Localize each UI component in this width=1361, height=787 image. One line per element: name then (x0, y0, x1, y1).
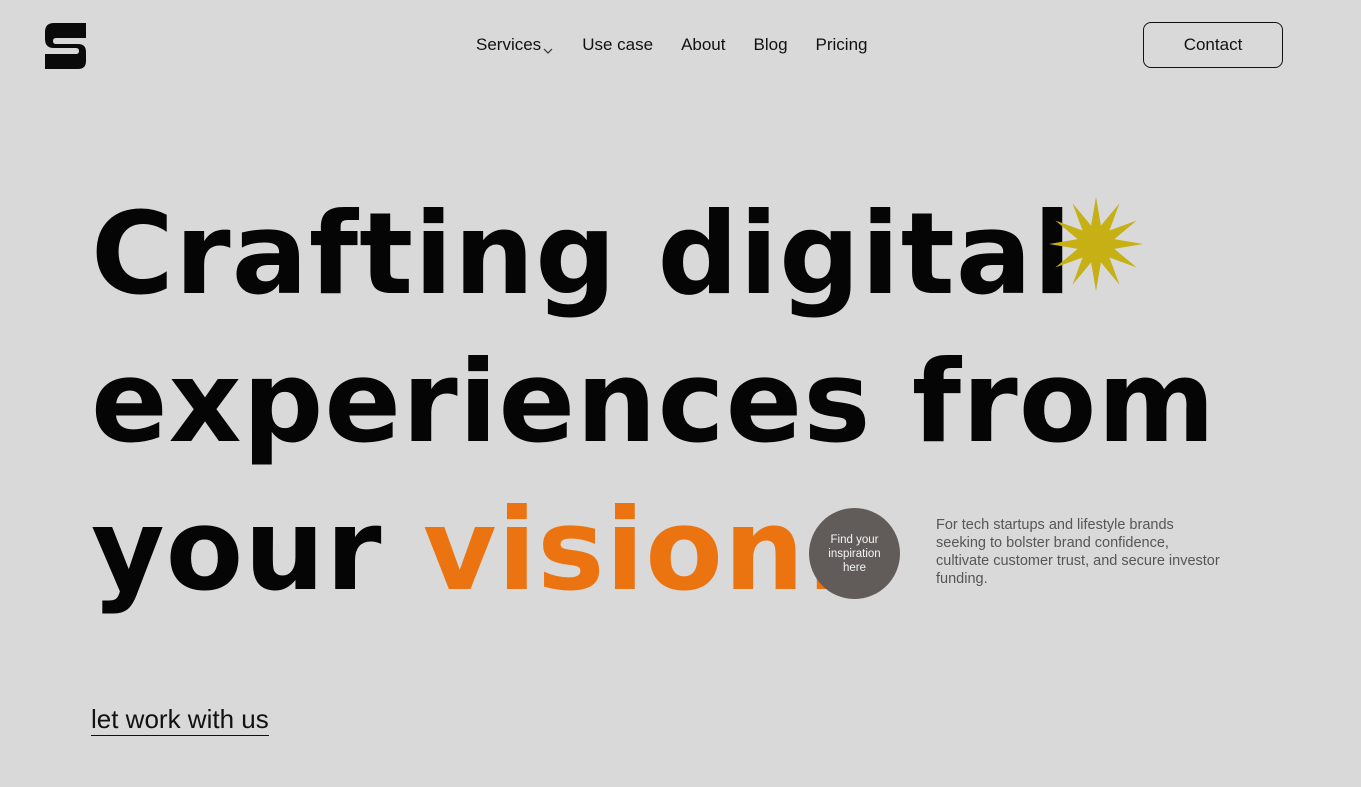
nav-item-label: About (681, 35, 726, 54)
nav-item-label: Blog (753, 35, 788, 54)
badge-label: Find your inspiration here (828, 533, 881, 574)
hero-line-2: experiences from (91, 336, 1217, 468)
chevron-down-icon (542, 40, 554, 54)
contact-button[interactable]: Contact (1143, 22, 1283, 68)
nav-item-label: Services (476, 35, 542, 54)
main-nav: Services Use case About Blog Pricing (476, 33, 868, 57)
nav-item-blog[interactable]: Blog (754, 33, 788, 57)
hero-line-3-plain: your (91, 484, 423, 616)
brand-logo-icon[interactable] (44, 22, 88, 70)
work-with-us-link[interactable]: let work with us (91, 703, 269, 736)
sparkle-star-icon (1048, 195, 1144, 293)
nav-item-label: Use case (582, 35, 654, 54)
nav-item-pricing[interactable]: Pricing (816, 33, 868, 57)
nav-item-use-case[interactable]: Use case (582, 33, 653, 57)
nav-item-label: Pricing (815, 35, 868, 54)
nav-item-services[interactable]: Services (476, 33, 554, 57)
hero-accent-word: vision. (422, 484, 850, 616)
nav-item-about[interactable]: About (681, 33, 725, 57)
hero-tagline: For tech startups and lifestyle brands s… (936, 517, 1220, 587)
inspiration-badge-button[interactable]: Find your inspiration here (809, 508, 900, 599)
